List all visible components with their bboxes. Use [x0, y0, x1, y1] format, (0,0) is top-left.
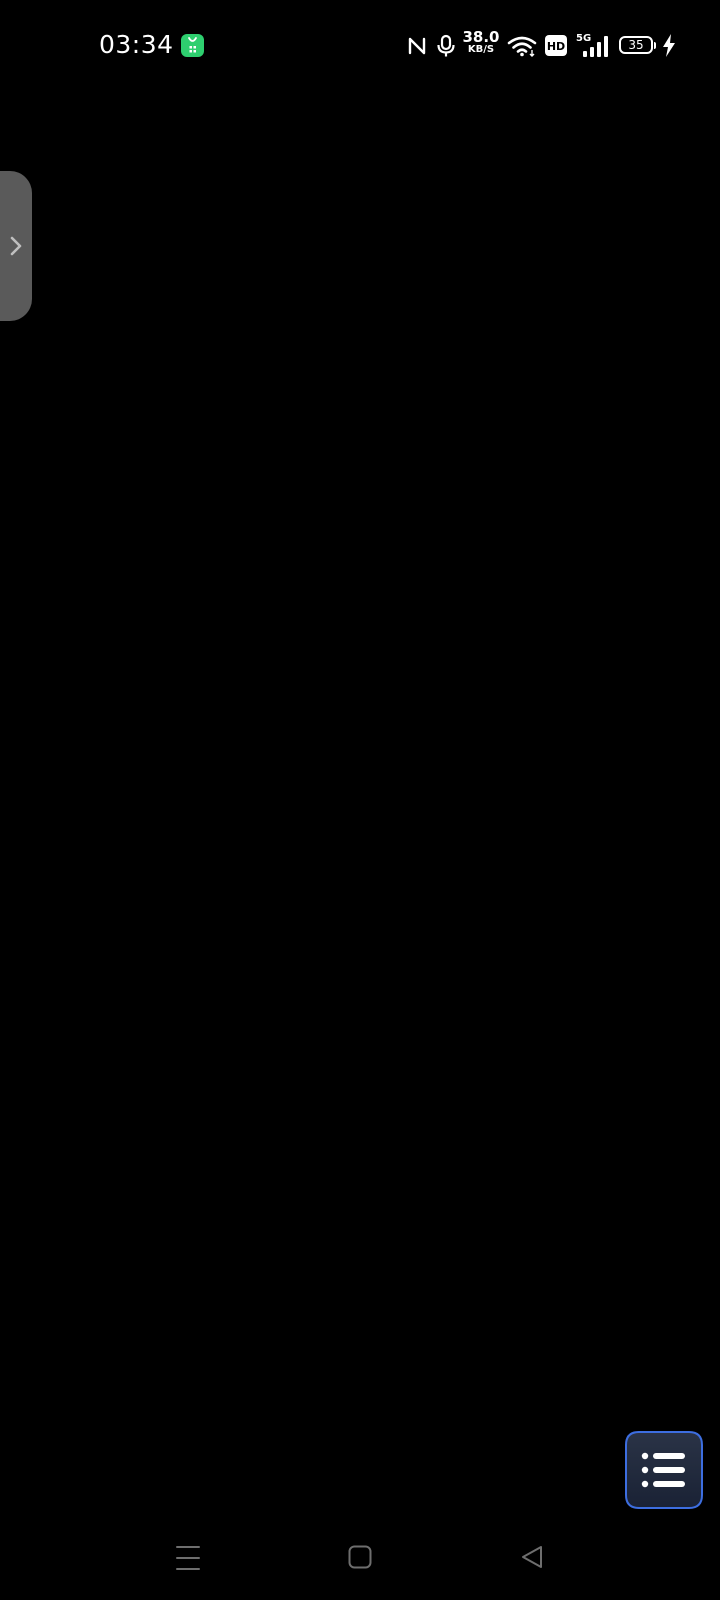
- hd-icon: HD: [545, 35, 567, 56]
- nfc-icon: [408, 37, 426, 55]
- floating-list-button[interactable]: [625, 1431, 703, 1509]
- chevron-right-icon: [10, 236, 22, 256]
- charging-bolt-icon: [663, 34, 675, 57]
- back-icon[interactable]: [520, 1545, 544, 1569]
- home-icon[interactable]: [348, 1545, 372, 1569]
- svg-text:HD: HD: [547, 40, 565, 53]
- system-status-icons: 38.0 KB/S HD 5G 35: [400, 0, 720, 90]
- menu-icon[interactable]: [176, 1545, 200, 1571]
- network-speed-value: 38.0: [462, 28, 500, 46]
- signal-icon: [583, 36, 608, 57]
- list-icon: [625, 1431, 703, 1509]
- status-clock: 03:34: [99, 30, 174, 59]
- status-bar: 03:34 38.0 KB/S HD 5G 35: [0, 0, 720, 90]
- wifi-icon: [507, 36, 537, 57]
- battery-icon: 35: [619, 36, 656, 54]
- battery-level: 35: [628, 38, 644, 52]
- microphone-icon: [437, 34, 455, 57]
- network-speed: 38.0 KB/S: [462, 30, 500, 55]
- side-panel-handle[interactable]: [0, 171, 32, 321]
- app-notification-icon: [181, 34, 204, 57]
- navigation-bar: [0, 1520, 720, 1600]
- network-speed-unit: KB/S: [467, 44, 495, 55]
